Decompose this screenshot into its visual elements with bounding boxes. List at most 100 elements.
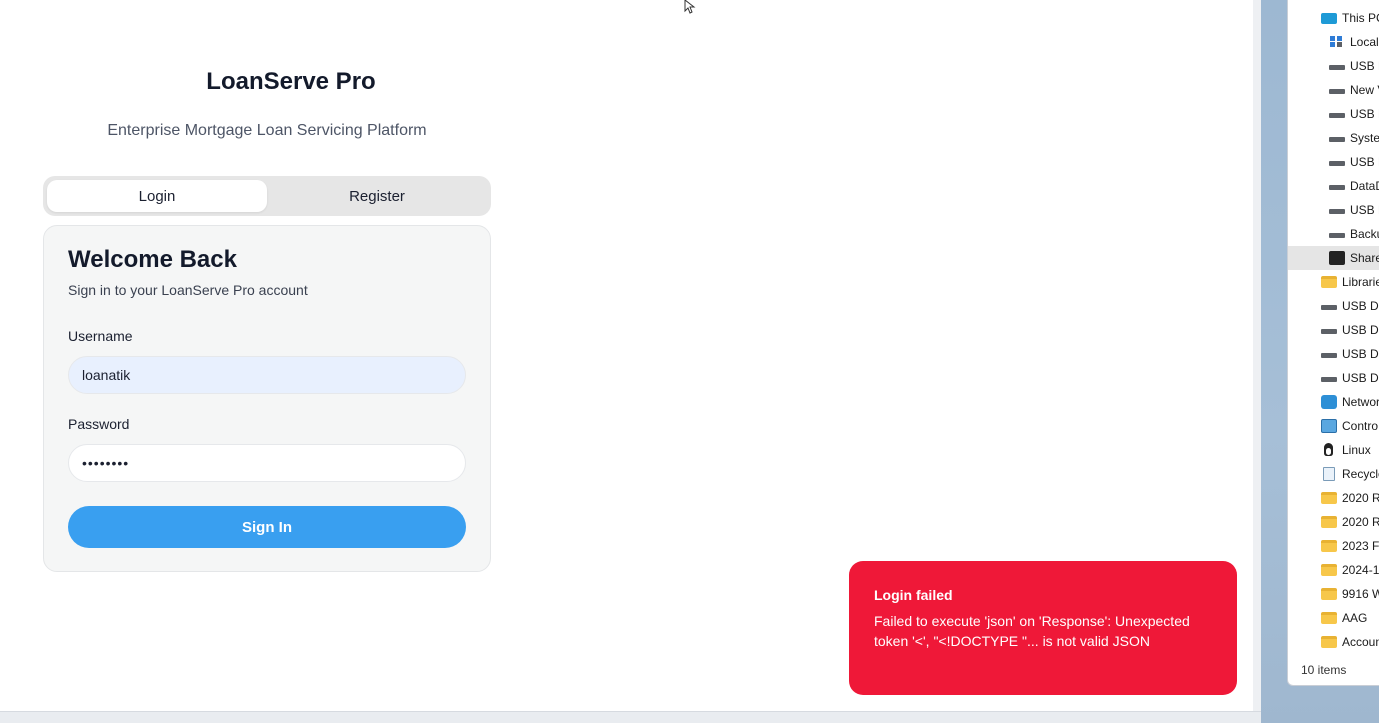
login-title: Welcome Back — [68, 246, 237, 273]
tree-item[interactable]: 2020 Re — [1288, 486, 1379, 510]
tree-item-label: USB Dr — [1342, 299, 1379, 313]
mouse-cursor-icon — [684, 0, 696, 14]
tree-item-label: USB D — [1350, 203, 1379, 217]
drive-icon — [1329, 160, 1345, 166]
browser-page: LoanServe Pro Enterprise Mortgage Loan S… — [0, 0, 1253, 711]
error-toast[interactable]: Login failed Failed to execute 'json' on… — [849, 561, 1237, 695]
tree-item[interactable]: Librarie — [1288, 270, 1379, 294]
tree-item-label: New V — [1350, 83, 1379, 97]
tree-item[interactable]: New V — [1288, 78, 1379, 102]
tab-register[interactable]: Register — [267, 180, 487, 212]
tree-item-label: 2020 Re — [1342, 491, 1379, 505]
folder-icon — [1321, 612, 1337, 624]
auth-tabs: Login Register — [43, 176, 491, 216]
tree-item[interactable]: Accoun — [1288, 630, 1379, 654]
drive-icon — [1329, 112, 1345, 118]
folder-icon — [1321, 516, 1337, 528]
status-bar-count: 10 items — [1301, 663, 1347, 677]
tree-item-label: USB D — [1350, 59, 1379, 73]
login-card: Welcome Back Sign in to your LoanServe P… — [43, 225, 491, 572]
username-input[interactable]: loanatik — [68, 356, 466, 394]
folder-icon — [1321, 588, 1337, 600]
tree-item[interactable]: Contro — [1288, 414, 1379, 438]
tree-item-label: USB Dr — [1342, 371, 1379, 385]
drive-icon — [1321, 304, 1337, 310]
folder-icon — [1321, 564, 1337, 576]
tree-item[interactable]: Recycle — [1288, 462, 1379, 486]
tree-item-label: USB Dr — [1342, 323, 1379, 337]
drive-icon — [1329, 184, 1345, 190]
browser-bottom-edge — [0, 711, 1261, 723]
tree-item-label: Networ — [1342, 395, 1379, 409]
tree-item-label: USB D — [1350, 155, 1379, 169]
tree-item[interactable]: USB Dr — [1288, 366, 1379, 390]
tree-item-label: This PC — [1342, 11, 1379, 25]
page-scroll-gutter — [1253, 0, 1261, 711]
sign-in-button[interactable]: Sign In — [68, 506, 466, 548]
tree-item-label: Backu — [1350, 227, 1379, 241]
tree-item-label: DataD — [1350, 179, 1379, 193]
tree-item[interactable]: Local — [1288, 30, 1379, 54]
tree-item[interactable]: 2023 Fi — [1288, 534, 1379, 558]
app-title: LoanServe Pro — [206, 68, 376, 95]
tree-item-label: Share — [1350, 251, 1379, 265]
tree-item[interactable]: Networ — [1288, 390, 1379, 414]
tree-item-label: USB Dr — [1342, 347, 1379, 361]
recycle-bin-icon — [1323, 467, 1335, 481]
local-disk-icon — [1329, 35, 1345, 49]
tree-item[interactable]: Backu — [1288, 222, 1379, 246]
drive-icon — [1329, 232, 1345, 238]
tree-item[interactable]: 9916 W — [1288, 582, 1379, 606]
drive-icon — [1329, 64, 1345, 70]
tree-item[interactable]: This PC — [1288, 6, 1379, 30]
folder-icon — [1321, 276, 1337, 288]
tree-item-label: 2024-12 — [1342, 563, 1379, 577]
drive-icon — [1321, 376, 1337, 382]
tree-item-label: Recycle — [1342, 467, 1379, 481]
tree-item[interactable]: 2024-12 — [1288, 558, 1379, 582]
folder-icon — [1321, 540, 1337, 552]
tree-item[interactable]: USB D — [1288, 102, 1379, 126]
drive-icon — [1329, 208, 1345, 214]
folder-icon — [1321, 492, 1337, 504]
login-subtitle: Sign in to your LoanServe Pro account — [68, 282, 308, 298]
tree-item[interactable]: 2020 RV — [1288, 510, 1379, 534]
pc-icon — [1321, 12, 1337, 24]
tab-login[interactable]: Login — [47, 180, 267, 212]
password-label: Password — [68, 416, 130, 432]
drive-icon — [1321, 352, 1337, 358]
folder-icon — [1321, 636, 1337, 648]
tree-item-label: AAG — [1342, 611, 1368, 625]
tree-item-label: Local — [1350, 35, 1379, 49]
toast-title: Login failed — [874, 587, 953, 603]
drive-icon — [1329, 88, 1345, 94]
tree-item-label: 2023 Fi — [1342, 539, 1379, 553]
username-label: Username — [68, 328, 133, 344]
tree-item-label: Linux — [1342, 443, 1371, 457]
tree-item-label: 9916 W — [1342, 587, 1379, 601]
app-subtitle: Enterprise Mortgage Loan Servicing Platf… — [107, 122, 427, 139]
tree-item[interactable]: USB D — [1288, 150, 1379, 174]
tree-item[interactable]: DataD — [1288, 174, 1379, 198]
network-icon — [1321, 395, 1337, 409]
tree-item-label: Contro — [1342, 419, 1379, 433]
tree-item-label: Systen — [1350, 131, 1379, 145]
drive-icon — [1321, 328, 1337, 334]
control-panel-icon — [1321, 419, 1337, 433]
tree-item[interactable]: USB Dr — [1288, 342, 1379, 366]
network-share-icon — [1329, 251, 1345, 265]
tree-item[interactable]: USB Dr — [1288, 318, 1379, 342]
tree-item[interactable]: Share — [1288, 246, 1379, 270]
tree-item[interactable]: USB D — [1288, 198, 1379, 222]
linux-icon — [1321, 443, 1337, 457]
tree-item-label: 2020 RV — [1342, 515, 1379, 529]
password-input[interactable]: •••••••• — [68, 444, 466, 482]
drive-icon — [1329, 136, 1345, 142]
tree-item[interactable]: USB D — [1288, 54, 1379, 78]
tree-item[interactable]: USB Dr — [1288, 294, 1379, 318]
tree-item[interactable]: Systen — [1288, 126, 1379, 150]
tree-item[interactable]: Linux — [1288, 438, 1379, 462]
tree-item[interactable]: AAG — [1288, 606, 1379, 630]
tree-item-label: Accoun — [1342, 635, 1379, 649]
tree-item-label: USB D — [1350, 107, 1379, 121]
